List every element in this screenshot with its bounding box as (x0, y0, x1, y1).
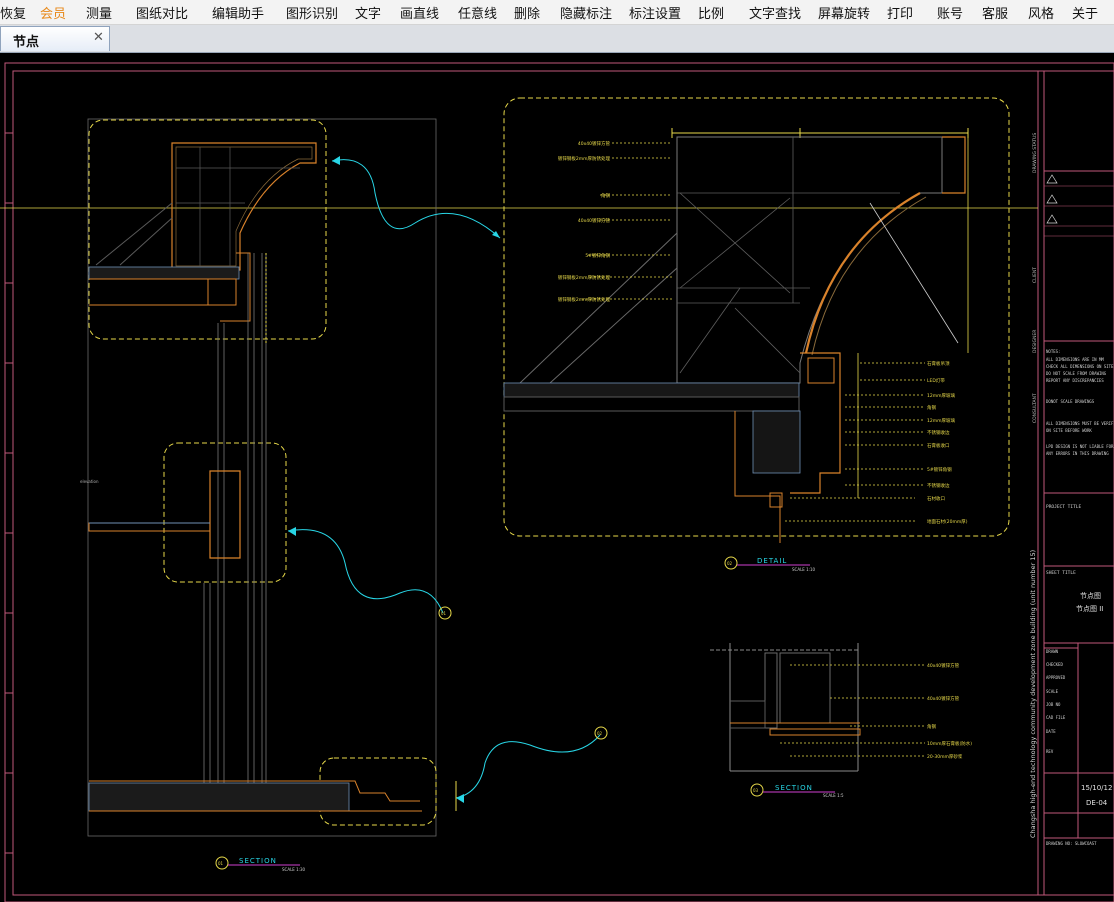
section2-label-2: 角钢 (927, 723, 936, 730)
tb-vertical-title: Changsha high-end technology community d… (1029, 550, 1037, 838)
svg-text:elevation: elevation (80, 479, 99, 484)
tb-notes: NOTES: (1046, 349, 1060, 354)
menu-member[interactable]: 会员 (40, 3, 66, 22)
menu-shape-recog[interactable]: 图形识别 (286, 3, 338, 22)
detail-box-top (88, 119, 327, 340)
svg-text:DATE: DATE (1046, 729, 1056, 734)
svg-text:DESIGNER: DESIGNER (1032, 330, 1038, 353)
tb-sheet-no: DE-04 (1086, 799, 1108, 807)
svg-text:DRAWING STATUS: DRAWING STATUS (1032, 133, 1038, 173)
section-title: SECTION (239, 857, 277, 865)
tb-footer: DRAWING NO: SLOWCOAST (1046, 841, 1097, 846)
tb-date: 15/10/12 (1081, 784, 1112, 792)
svg-text:ALL DIMENSIONS MUST BE VERIFIE: ALL DIMENSIONS MUST BE VERIFIED (1046, 421, 1114, 426)
menu-hide-annot[interactable]: 隐藏标注 (560, 3, 612, 22)
detail-label-left-0: 40x40镀锌方管 (578, 140, 611, 147)
detail-label-right-0: 石膏板吊顶 (927, 360, 950, 367)
menu-text[interactable]: 文字 (355, 3, 381, 22)
menu-style[interactable]: 风格 (1028, 3, 1054, 22)
section2-label-0: 40x40镀锌方管 (927, 662, 960, 669)
outer-frame (4, 62, 1114, 902)
menu-print[interactable]: 打印 (887, 3, 913, 22)
tb-sheet-title: SHEET TITLE (1046, 570, 1076, 576)
svg-text:DONOT SCALE DRAWINGS: DONOT SCALE DRAWINGS (1046, 399, 1095, 404)
detail-title: DETAIL (757, 557, 787, 565)
callout-1: 01 (441, 611, 447, 616)
detail-label-right-8: 不锈钢收边 (927, 482, 950, 489)
detail-label-right-6: 石膏板收口 (927, 442, 950, 449)
detail-label-right-7: 5#镀锌角钢 (927, 466, 952, 473)
menu-scale[interactable]: 比例 (698, 3, 724, 22)
detail-label-right-3: 角钢 (927, 404, 936, 411)
inner-frame (12, 70, 1114, 896)
svg-text:REV: REV (1046, 749, 1054, 754)
detail-scale: SCALE 1:10 (792, 567, 816, 572)
svg-text:CONSULTANT: CONSULTANT (1032, 393, 1038, 423)
detail-label-left-5: 镀锌钢板2mm厚防锈处理 (558, 274, 611, 281)
tab-bar: 节点 ✕ (0, 25, 1114, 53)
menu-edit-helper[interactable]: 编辑助手 (212, 3, 264, 22)
svg-text:CLIENT: CLIENT (1032, 267, 1038, 283)
svg-text:CAD FILE: CAD FILE (1046, 715, 1066, 720)
svg-text:ANY ERRORS IN THIS DRAWING: ANY ERRORS IN THIS DRAWING (1046, 451, 1109, 456)
detail-label-right-10: 地面石材(20mm厚) (927, 518, 968, 525)
drawing-canvas[interactable]: NOTES: ALL DIMENSIONS ARE IN MM CHECK AL… (0, 53, 1114, 902)
menu-rotate[interactable]: 屏幕旋转 (818, 3, 870, 22)
cad-drawing: NOTES: ALL DIMENSIONS ARE IN MM CHECK AL… (0, 62, 1114, 902)
section2-label-1: 40x40镀锌方管 (927, 695, 960, 702)
detail-num: 02 (727, 561, 733, 566)
detail-label-right-2: 12mm厚玻璃 (927, 392, 955, 399)
section2-label-3: 10mm厚石膏板(防水) (927, 740, 972, 747)
svg-text:CHECK ALL DIMENSIONS ON SITE: CHECK ALL DIMENSIONS ON SITE (1046, 364, 1114, 369)
menu-account[interactable]: 账号 (937, 3, 963, 22)
detail-label-left-1: 镀锌钢板2mm厚防锈处理 (558, 155, 611, 162)
tab-label: 节点 (13, 35, 40, 50)
section2-label-4: 20-30mm厚砂浆 (927, 753, 963, 760)
detail-label-right-9: 石材收口 (927, 495, 945, 502)
section-scale: SCALE 1:30 (282, 867, 306, 872)
menu-delete[interactable]: 删除 (514, 3, 540, 22)
tab-node[interactable]: 节点 ✕ (0, 26, 110, 51)
svg-text:ON SITE BEFORE WORK: ON SITE BEFORE WORK (1046, 428, 1092, 433)
tb-name2: 节点图 II (1076, 605, 1103, 613)
menu-line[interactable]: 画直线 (400, 3, 439, 22)
detail-label-right-5: 不锈钢收边 (927, 429, 950, 436)
menu-bar: 恢复 会员 测量 图纸对比 编辑助手 图形识别 文字 画直线 任意线 删除 隐藏标注 标注设置 比例 文字… (0, 0, 1114, 25)
menu-measure[interactable]: 测量 (86, 3, 112, 22)
detail-label-left-3: 40x40镀锌方管 (578, 217, 611, 224)
svg-text:ALL DIMENSIONS ARE IN MM: ALL DIMENSIONS ARE IN MM (1046, 357, 1104, 362)
menu-annot-settings[interactable]: 标注设置 (629, 3, 681, 22)
svg-text:APPROVED: APPROVED (1046, 675, 1066, 680)
menu-find-text[interactable]: 文字查找 (749, 3, 801, 22)
detail-label-left-4: 5#镀锌角钢 (585, 252, 610, 259)
detail-label-right-4: 12mm厚玻璃 (927, 417, 955, 424)
menu-freeline[interactable]: 任意线 (458, 3, 497, 22)
svg-text:REPORT ANY DISCREPANCIES: REPORT ANY DISCREPANCIES (1046, 378, 1104, 383)
tb-name1: 节点图 (1080, 592, 1101, 600)
svg-text:LPD DESIGN IS NOT LIABLE FOR: LPD DESIGN IS NOT LIABLE FOR (1046, 444, 1114, 449)
detail-label-left-2: 角钢 (601, 192, 610, 199)
svg-text:SCALE: SCALE (1046, 689, 1059, 694)
section2-title: SECTION (775, 784, 813, 792)
menu-service[interactable]: 客服 (982, 3, 1008, 22)
svg-text:DO NOT SCALE FROM DRAWING: DO NOT SCALE FROM DRAWING (1046, 371, 1107, 376)
detail-label-left-6: 镀锌钢板2mm厚防锈处理 (558, 296, 611, 303)
close-icon[interactable]: ✕ (93, 30, 104, 45)
svg-text:JOB NO: JOB NO (1046, 702, 1061, 707)
tb-project-name: PROJECT TITLE (1046, 504, 1082, 510)
menu-restore[interactable]: 恢复 (0, 3, 26, 22)
section2-num: 03 (753, 788, 759, 793)
detail-label-right-1: LED灯带 (927, 377, 945, 384)
detail-box-mid (163, 442, 287, 583)
svg-text:DRAWN: DRAWN (1046, 649, 1059, 654)
section-num: 01 (218, 861, 224, 866)
menu-about[interactable]: 关于 (1072, 3, 1098, 22)
svg-text:CHECKED: CHECKED (1046, 662, 1063, 667)
callout-2: 02 (597, 731, 603, 736)
section2-scale: SCALE 1:5 (823, 793, 844, 798)
menu-compare[interactable]: 图纸对比 (136, 3, 188, 22)
